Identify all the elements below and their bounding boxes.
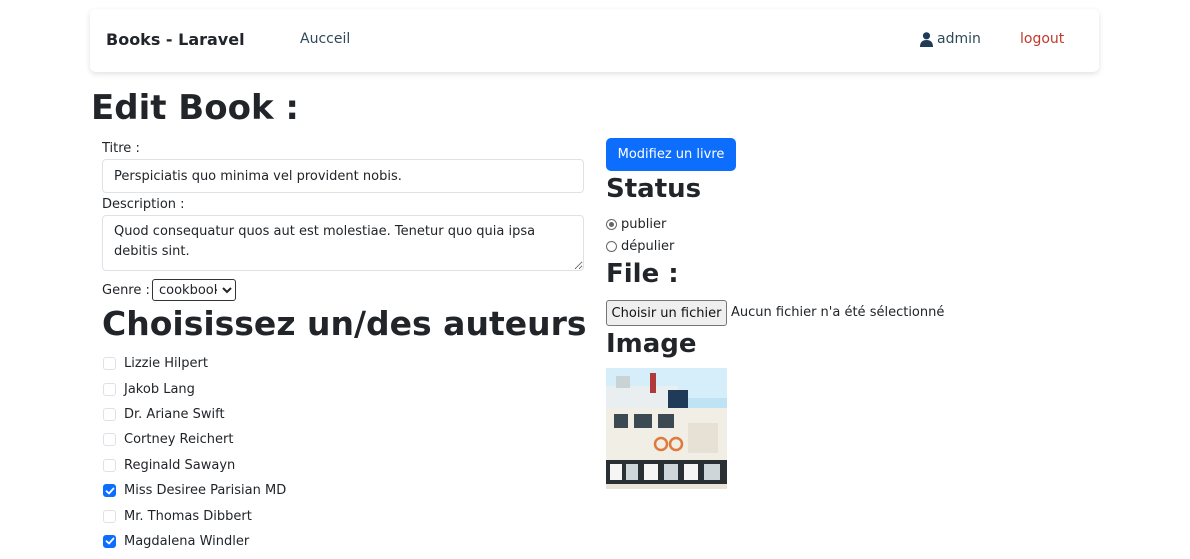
title-input[interactable] bbox=[102, 159, 584, 193]
status-radio[interactable] bbox=[606, 219, 617, 230]
radio-dot bbox=[609, 222, 614, 227]
author-name: Reginald Sawayn bbox=[124, 457, 236, 473]
image-heading: Image bbox=[606, 329, 697, 359]
status-radio[interactable] bbox=[606, 241, 617, 252]
author-list: Lizzie Hilpert Jakob Lang Dr. Ariane Swift… bbox=[103, 351, 286, 554]
status-label: dépulier bbox=[621, 239, 675, 254]
status-label: publier bbox=[621, 217, 667, 232]
author-checkbox[interactable] bbox=[103, 484, 116, 498]
author-name: Dr. Ariane Swift bbox=[124, 406, 225, 422]
author-item[interactable]: Miss Desiree Parisian MD bbox=[103, 478, 286, 503]
author-item[interactable]: Reginald Sawayn bbox=[103, 453, 286, 478]
author-checkbox[interactable] bbox=[103, 407, 116, 421]
nav-home-link[interactable]: Aucceil bbox=[300, 31, 350, 47]
author-checkbox[interactable] bbox=[103, 357, 116, 371]
author-name: Mr. Thomas Dibbert bbox=[124, 508, 252, 524]
title-label: Titre : bbox=[102, 141, 140, 156]
author-checkbox[interactable] bbox=[103, 534, 116, 548]
brand-title[interactable]: Books - Laravel bbox=[106, 30, 245, 49]
author-checkbox[interactable] bbox=[103, 509, 116, 523]
description-label: Description : bbox=[102, 197, 185, 212]
author-item[interactable]: Lizzie Hilpert bbox=[103, 351, 286, 376]
status-option[interactable]: publier bbox=[606, 217, 666, 232]
nav-user[interactable]: admin bbox=[920, 31, 981, 47]
logout-link[interactable]: logout bbox=[1020, 31, 1064, 47]
check-icon bbox=[105, 487, 114, 495]
author-checkbox[interactable] bbox=[103, 433, 116, 447]
file-status: Aucun fichier n'a été sélectionné bbox=[731, 305, 945, 320]
file-choose-button[interactable]: Choisir un fichier bbox=[606, 300, 727, 326]
author-name: Magdalena Windler bbox=[124, 533, 250, 549]
user-icon bbox=[920, 31, 933, 47]
author-item[interactable]: Dr. Ariane Swift bbox=[103, 402, 286, 427]
check-icon bbox=[105, 538, 114, 545]
author-name: Jakob Lang bbox=[124, 381, 195, 397]
genre-label: Genre : bbox=[102, 283, 150, 298]
author-name: Miss Desiree Parisian MD bbox=[124, 483, 287, 499]
author-item[interactable]: Magdalena Windler bbox=[103, 529, 286, 554]
genre-select[interactable]: cookbook bbox=[152, 279, 236, 301]
author-name: Cortney Reichert bbox=[124, 432, 234, 448]
author-name: Lizzie Hilpert bbox=[124, 356, 208, 372]
author-item[interactable]: Cortney Reichert bbox=[103, 427, 286, 452]
description-textarea[interactable]: Quod consequatur quos aut est molestiae.… bbox=[102, 215, 584, 271]
author-checkbox[interactable] bbox=[103, 458, 116, 472]
navbar: Books - Laravel Aucceil admin logout bbox=[90, 9, 1099, 72]
author-item[interactable]: Mr. Thomas Dibbert bbox=[103, 503, 286, 528]
book-cover-image bbox=[606, 368, 727, 489]
submit-button[interactable]: Modifiez un livre bbox=[606, 138, 736, 171]
file-heading: File : bbox=[606, 259, 679, 289]
status-heading: Status bbox=[606, 174, 702, 204]
author-item[interactable]: Jakob Lang bbox=[103, 376, 286, 401]
page-title: Edit Book : bbox=[91, 88, 299, 128]
author-checkbox[interactable] bbox=[103, 382, 116, 396]
authors-heading: Choisissez un/des auteurs bbox=[102, 304, 587, 343]
status-option[interactable]: dépulier bbox=[606, 239, 674, 254]
user-name: admin bbox=[937, 31, 981, 47]
